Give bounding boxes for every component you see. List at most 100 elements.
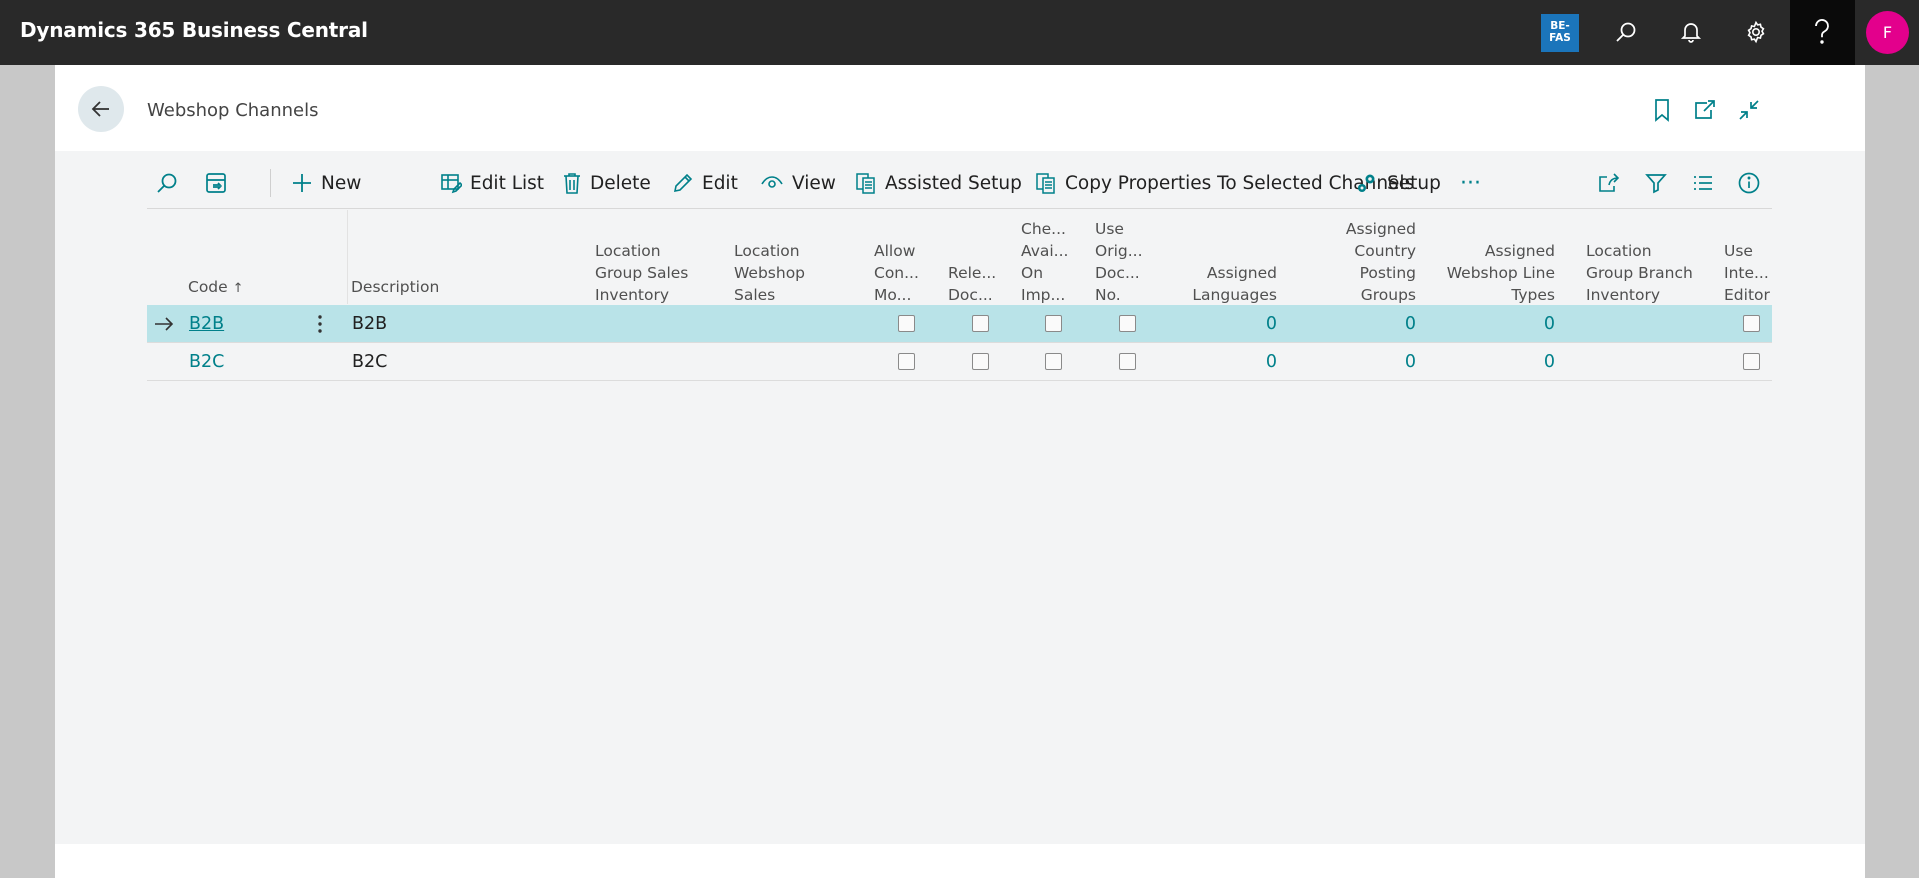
use-inte-editor-checkbox[interactable] bbox=[1743, 315, 1760, 332]
header-line: Assigned bbox=[1206, 264, 1277, 282]
column-header-assigned-languages[interactable]: Assigned Languages bbox=[1187, 262, 1277, 306]
edit-button-label: Edit bbox=[702, 172, 738, 194]
header-line: Use bbox=[1724, 242, 1753, 260]
delete-button[interactable]: Delete bbox=[562, 157, 651, 209]
header-line: Doc... bbox=[1095, 264, 1140, 282]
back-button[interactable] bbox=[78, 86, 124, 132]
row-code-link[interactable]: B2B bbox=[189, 305, 224, 343]
help-button[interactable] bbox=[1790, 0, 1855, 65]
toolbar-separator bbox=[270, 169, 271, 197]
notification-bell-icon[interactable] bbox=[1675, 16, 1707, 48]
table-row[interactable]: B2C B2C 0 0 0 bbox=[147, 343, 1772, 381]
setup-button[interactable]: Setup bbox=[1355, 157, 1441, 209]
che-avai-on-imp-checkbox[interactable] bbox=[1045, 315, 1062, 332]
column-header-assigned-webshop-line-types[interactable]: Assigned Webshop Line Types bbox=[1445, 240, 1555, 306]
header-line: Group Branch bbox=[1586, 264, 1693, 282]
row-description[interactable]: B2B bbox=[352, 305, 387, 343]
collapse-icon[interactable] bbox=[1734, 95, 1764, 125]
edit-button[interactable]: Edit bbox=[672, 157, 738, 209]
copy-document-icon bbox=[1036, 173, 1055, 194]
new-button[interactable]: New bbox=[291, 157, 361, 209]
column-separator bbox=[347, 210, 348, 304]
trash-icon bbox=[564, 173, 580, 194]
more-actions-button[interactable]: ··· bbox=[1460, 157, 1481, 209]
assigned-country-posting-groups-value[interactable]: 0 bbox=[1356, 343, 1416, 381]
assisted-setup-button[interactable]: Assisted Setup bbox=[855, 157, 1022, 209]
allow-con-mo-checkbox[interactable] bbox=[898, 315, 915, 332]
column-header-che-avai-on-imp[interactable]: Che... Avai... On Imp... bbox=[1021, 218, 1077, 306]
settings-gear-icon[interactable] bbox=[1740, 16, 1772, 48]
header-line: Inventory bbox=[1586, 286, 1661, 304]
list-view-button[interactable] bbox=[1691, 157, 1715, 209]
app-title[interactable]: Dynamics 365 Business Central bbox=[20, 18, 368, 42]
row-code-link[interactable]: B2C bbox=[189, 343, 224, 381]
che-avai-on-imp-checkbox[interactable] bbox=[1045, 353, 1062, 370]
edit-list-button[interactable]: Edit List bbox=[440, 157, 544, 209]
header-line: Inventory bbox=[595, 286, 670, 304]
page-header: Webshop Channels bbox=[55, 65, 1865, 151]
row-actions-menu-icon[interactable] bbox=[312, 305, 328, 343]
column-header-description[interactable]: Description bbox=[351, 276, 439, 298]
list-view-icon bbox=[1694, 176, 1712, 190]
header-line: Group Sales bbox=[595, 264, 689, 282]
header-line: Webshop bbox=[734, 264, 806, 282]
filter-button[interactable] bbox=[1644, 157, 1668, 209]
header-line: Rele... bbox=[948, 264, 997, 282]
assigned-webshop-line-types-value[interactable]: 0 bbox=[1495, 305, 1555, 343]
assigned-languages-value[interactable]: 0 bbox=[1217, 343, 1277, 381]
info-pane-button[interactable] bbox=[1737, 157, 1761, 209]
header-line: Inte... bbox=[1724, 264, 1769, 282]
search-list-button[interactable] bbox=[155, 157, 179, 209]
pencil-icon bbox=[673, 173, 693, 193]
assigned-languages-value[interactable]: 0 bbox=[1217, 305, 1277, 343]
header-line: Posting bbox=[1359, 264, 1416, 282]
table-row[interactable]: B2B B2B 0 0 0 bbox=[147, 305, 1772, 343]
column-header-use-inte-editor[interactable]: Use Inte... Editor bbox=[1724, 240, 1772, 306]
background-shell-left bbox=[0, 65, 55, 878]
header-line: Con... bbox=[874, 264, 919, 282]
rele-doc-checkbox[interactable] bbox=[972, 315, 989, 332]
row-description[interactable]: B2C bbox=[352, 343, 387, 381]
column-header-allow-con-mo[interactable]: Allow Con... Mo... bbox=[874, 240, 934, 306]
company-badge[interactable]: BE- FAS bbox=[1541, 14, 1579, 52]
header-line: Use bbox=[1095, 220, 1124, 238]
share-icon bbox=[1599, 173, 1620, 192]
setup-button-label: Setup bbox=[1387, 172, 1441, 194]
column-header-location-webshop-sales[interactable]: Location Webshop Sales bbox=[734, 240, 834, 306]
assigned-webshop-line-types-value[interactable]: 0 bbox=[1495, 343, 1555, 381]
header-line: Assigned bbox=[1484, 242, 1555, 260]
use-inte-editor-checkbox[interactable] bbox=[1743, 353, 1760, 370]
share-button[interactable] bbox=[1597, 157, 1621, 209]
edit-list-button-label: Edit List bbox=[470, 172, 545, 194]
back-arrow-icon bbox=[91, 101, 109, 117]
header-line: Sales bbox=[734, 286, 776, 304]
page-panel: Webshop Channels New Edit List Delete Ed… bbox=[55, 65, 1865, 878]
view-button[interactable]: View bbox=[760, 157, 836, 209]
column-header-rele-doc[interactable]: Rele... Doc... bbox=[948, 262, 1004, 306]
bookmark-icon[interactable] bbox=[1647, 95, 1677, 125]
column-header-location-group-branch-inventory[interactable]: Location Group Branch Inventory bbox=[1586, 240, 1706, 306]
setup-gears-icon bbox=[1358, 174, 1375, 192]
rele-doc-checkbox[interactable] bbox=[972, 353, 989, 370]
use-orig-doc-no-checkbox[interactable] bbox=[1119, 315, 1136, 332]
column-header-code[interactable]: Code ↑ bbox=[188, 276, 244, 300]
column-header-location-group-sales-inventory[interactable]: Location Group Sales Inventory bbox=[595, 240, 715, 306]
column-header-assigned-country-posting-groups[interactable]: Assigned Country Posting Groups bbox=[1326, 218, 1416, 306]
header-line: Doc... bbox=[948, 286, 993, 304]
search-icon[interactable] bbox=[1610, 16, 1642, 48]
filter-pane-toggle-button[interactable] bbox=[204, 157, 228, 209]
allow-con-mo-checkbox[interactable] bbox=[898, 353, 915, 370]
header-line: Avai... bbox=[1021, 242, 1069, 260]
user-avatar[interactable]: F bbox=[1866, 11, 1909, 54]
open-in-new-window-icon[interactable] bbox=[1690, 95, 1720, 125]
use-orig-doc-no-checkbox[interactable] bbox=[1119, 353, 1136, 370]
page-footer bbox=[55, 844, 1865, 878]
header-line: Languages bbox=[1192, 286, 1277, 304]
header-line: Allow bbox=[874, 242, 916, 260]
copy-document-icon bbox=[856, 173, 875, 194]
filter-pane-icon bbox=[206, 173, 226, 193]
header-line: Country bbox=[1354, 242, 1416, 260]
column-header-use-orig-doc-no[interactable]: Use Orig... Doc... No. bbox=[1095, 218, 1151, 306]
header-line: Che... bbox=[1021, 220, 1066, 238]
assigned-country-posting-groups-value[interactable]: 0 bbox=[1356, 305, 1416, 343]
